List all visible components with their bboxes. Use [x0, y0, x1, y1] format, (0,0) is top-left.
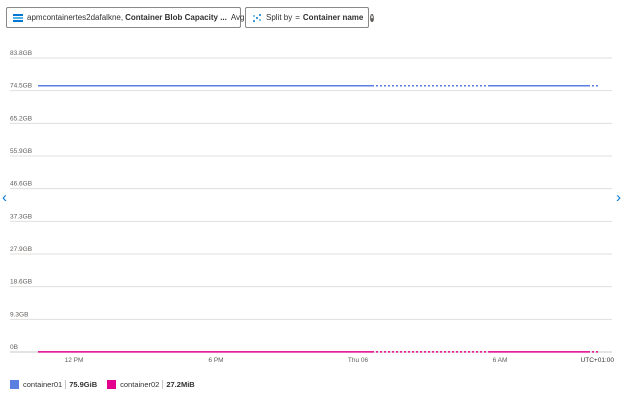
x-tick-label: 12 PM [65, 357, 84, 364]
y-tick-label: 46.6GB [10, 181, 32, 188]
legend-swatch-container01 [10, 380, 19, 389]
y-tick-label: 55.9GB [10, 148, 32, 155]
y-tick-label: 37.3GB [10, 213, 32, 220]
y-tick-label: 9.3GB [10, 311, 28, 318]
legend-series-name: container02 [120, 380, 160, 389]
legend-series-value: 75.9GiB [65, 380, 97, 389]
y-tick-label: 18.6GB [10, 279, 32, 286]
legend-swatch-container02 [107, 380, 117, 389]
timezone-label: UTC+01:00 [581, 357, 615, 364]
chevron-left-icon[interactable]: ‹ [2, 190, 7, 205]
x-tick-label: Thu 06 [348, 357, 369, 364]
y-tick-label: 83.8GB [10, 50, 32, 57]
metrics-chart-view: apmcontainertes2dafalkne, Container Blob… [0, 0, 624, 406]
legend-item-container02[interactable]: container02 27.2MiB [107, 380, 195, 389]
y-tick-label: 27.9GB [10, 246, 32, 253]
y-tick-label: 65.2GB [10, 115, 32, 122]
x-tick-label: 6 PM [208, 357, 223, 364]
legend-series-name: container01 [23, 380, 63, 389]
x-tick-label: 6 AM [493, 357, 508, 364]
y-tick-label: 74.5GB [10, 83, 32, 90]
chevron-right-icon[interactable]: › [616, 190, 621, 205]
legend-series-value: 27.2MiB [162, 380, 195, 389]
y-tick-label: 0B [10, 344, 18, 351]
legend-item-container01[interactable]: container01 75.9GiB [10, 380, 97, 389]
line-chart: 83.8GB 74.5GB 65.2GB 55.9GB 46.6GB 37.3GB 27.9… [10, 50, 615, 364]
chart-legend: container01 75.9GiB container02 27.2MiB [10, 380, 205, 389]
